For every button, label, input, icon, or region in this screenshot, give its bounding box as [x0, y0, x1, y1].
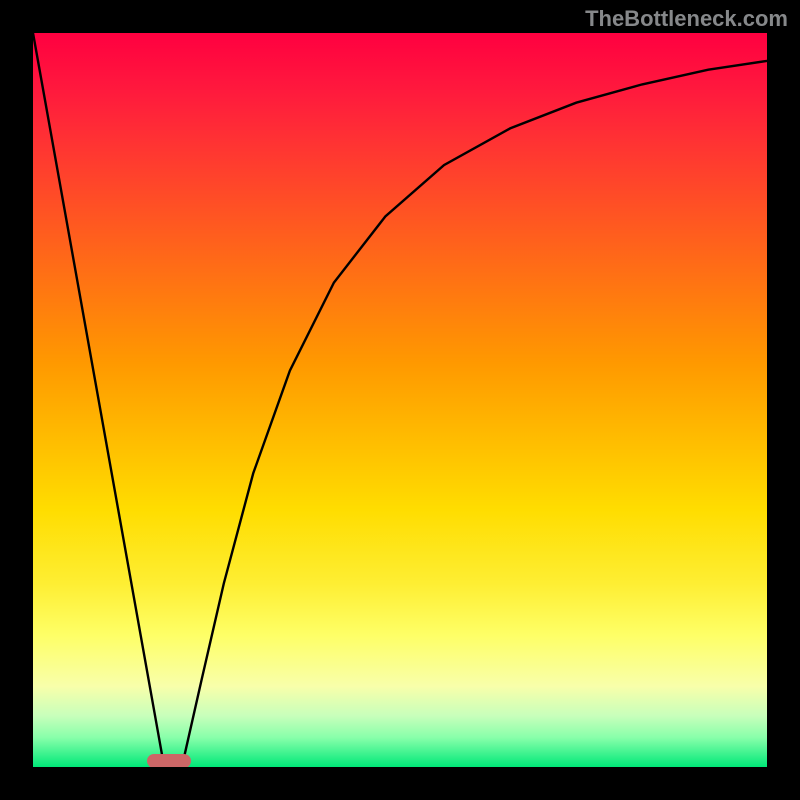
curve-right-branch [184, 61, 768, 760]
plot-area [33, 33, 767, 767]
chart-frame: TheBottleneck.com [0, 0, 800, 800]
curve-left-branch [33, 33, 163, 760]
optimal-marker [147, 754, 191, 767]
watermark-text: TheBottleneck.com [585, 6, 788, 32]
bottleneck-curve [33, 33, 767, 767]
